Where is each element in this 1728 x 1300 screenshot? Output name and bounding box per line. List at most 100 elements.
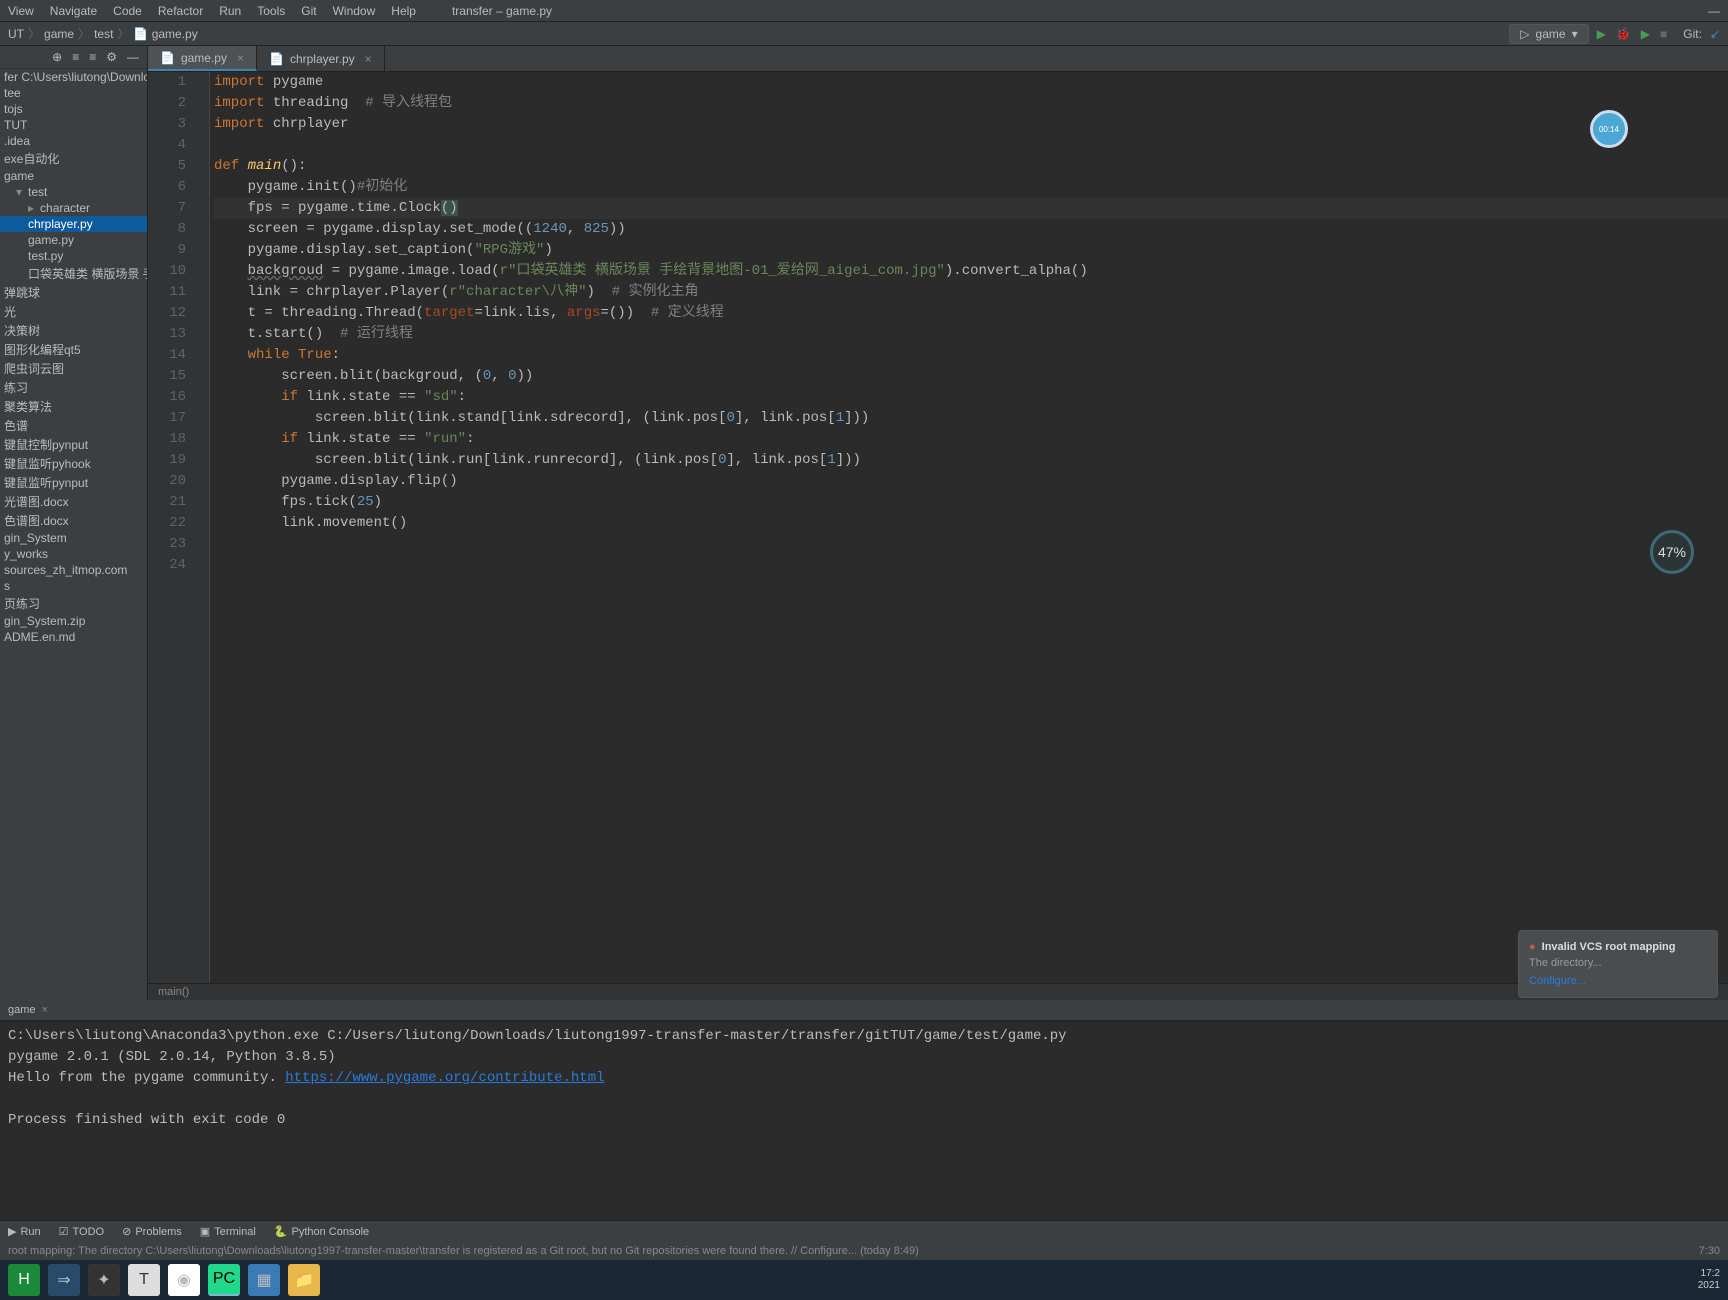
taskbar-typora-icon[interactable]: T xyxy=(128,1264,160,1296)
fold-indicator[interactable] xyxy=(196,387,209,408)
taskbar-clock[interactable]: 17:2 2021 xyxy=(1698,1268,1720,1292)
fold-indicator[interactable] xyxy=(196,177,209,198)
fold-indicator[interactable] xyxy=(196,492,209,513)
tool-tab-todo[interactable]: ☑TODO xyxy=(59,1225,104,1238)
fold-indicator[interactable] xyxy=(196,366,209,387)
locate-icon[interactable]: ⊕ xyxy=(52,50,62,64)
tree-item[interactable]: 色谱图.docx xyxy=(0,511,147,530)
tree-item[interactable]: chrplayer.py xyxy=(0,216,147,232)
code-line[interactable]: def main(): xyxy=(214,156,1728,177)
run-config-selector[interactable]: ▷ game ▾ xyxy=(1509,24,1588,44)
line-number[interactable]: 22 xyxy=(148,513,186,534)
line-number[interactable]: 4 xyxy=(148,135,186,156)
tool-tab-python-console[interactable]: 🐍Python Console xyxy=(274,1225,369,1238)
taskbar-chrome-icon[interactable]: ◉ xyxy=(168,1264,200,1296)
menu-view[interactable]: View xyxy=(8,4,34,18)
code-line[interactable]: link.movement() xyxy=(214,513,1728,534)
fold-indicator[interactable] xyxy=(196,282,209,303)
fold-indicator[interactable] xyxy=(196,198,209,219)
fold-indicator[interactable] xyxy=(196,345,209,366)
tree-item[interactable]: character xyxy=(0,200,147,216)
expand-icon[interactable]: ≡ xyxy=(72,50,79,64)
line-number[interactable]: 14 xyxy=(148,345,186,366)
code-line[interactable]: t = threading.Thread(target=link.lis, ar… xyxy=(214,303,1728,324)
fold-indicator[interactable] xyxy=(196,471,209,492)
fold-indicator[interactable] xyxy=(196,93,209,114)
line-number[interactable]: 24 xyxy=(148,555,186,576)
fold-indicator[interactable] xyxy=(196,240,209,261)
tree-item[interactable]: 页练习 xyxy=(0,594,147,613)
taskbar-app-icon[interactable]: ⇒ xyxy=(48,1264,80,1296)
line-number[interactable]: 7 xyxy=(148,198,186,219)
menu-help[interactable]: Help xyxy=(391,4,416,18)
tree-item[interactable]: 口袋英雄类 横版场景 手绘 xyxy=(0,264,147,283)
line-number[interactable]: 15 xyxy=(148,366,186,387)
taskbar-start-icon[interactable]: H xyxy=(8,1264,40,1296)
close-icon[interactable]: × xyxy=(237,51,244,65)
run-console[interactable]: C:\Users\liutong\Anaconda3\python.exe C:… xyxy=(0,1020,1728,1220)
breadcrumb-item[interactable]: game xyxy=(44,27,74,41)
tree-item[interactable]: .idea xyxy=(0,133,147,149)
code-line[interactable]: if link.state == "sd": xyxy=(214,387,1728,408)
git-update-icon[interactable]: ↙ xyxy=(1710,27,1720,41)
code-line[interactable]: screen.blit(link.run[link.runrecord], (l… xyxy=(214,450,1728,471)
code-line[interactable]: t.start() # 运行线程 xyxy=(214,324,1728,345)
fold-indicator[interactable] xyxy=(196,72,209,93)
tree-item[interactable]: 色谱 xyxy=(0,416,147,435)
tree-item[interactable]: 图形化编程qt5 xyxy=(0,340,147,359)
gear-icon[interactable]: ⚙ xyxy=(106,50,117,64)
tool-tab-terminal[interactable]: ▣Terminal xyxy=(200,1225,256,1238)
tree-item[interactable]: y_works xyxy=(0,546,147,562)
code-line[interactable]: import chrplayer xyxy=(214,114,1728,135)
tree-item[interactable]: 决策树 xyxy=(0,321,147,340)
line-number[interactable]: 5 xyxy=(148,156,186,177)
breadcrumb-item[interactable]: 📄 game.py xyxy=(133,27,197,41)
hide-icon[interactable]: — xyxy=(127,50,139,64)
code-line[interactable] xyxy=(214,135,1728,156)
code-line[interactable]: screen.blit(link.stand[link.sdrecord], (… xyxy=(214,408,1728,429)
stop-icon[interactable]: ■ xyxy=(1660,27,1667,41)
coverage-icon[interactable]: ▶ xyxy=(1641,27,1650,41)
tree-item[interactable]: s xyxy=(0,578,147,594)
taskbar-pycharm-icon[interactable]: PC xyxy=(208,1264,240,1296)
tree-item[interactable]: game.py xyxy=(0,232,147,248)
collapse-icon[interactable]: ≡ xyxy=(89,50,96,64)
menu-code[interactable]: Code xyxy=(113,4,142,18)
code-line[interactable] xyxy=(214,555,1728,576)
run-icon[interactable]: ▶ xyxy=(1597,27,1606,41)
code-line[interactable]: screen.blit(backgroud, (0, 0)) xyxy=(214,366,1728,387)
breadcrumb-item[interactable]: UT xyxy=(8,27,24,41)
code-line[interactable]: fps = pygame.time.Clock() xyxy=(214,198,1728,219)
code-editor[interactable]: 123456789101112131415161718192021222324 … xyxy=(148,72,1728,983)
tree-item[interactable]: sources_zh_itmop.com xyxy=(0,562,147,578)
code-line[interactable]: pygame.display.flip() xyxy=(214,471,1728,492)
code-line[interactable]: screen = pygame.display.set_mode((1240, … xyxy=(214,219,1728,240)
close-icon[interactable]: × xyxy=(42,1004,48,1016)
line-number[interactable]: 1 xyxy=(148,72,186,93)
line-number[interactable]: 12 xyxy=(148,303,186,324)
tree-item[interactable]: gin_System xyxy=(0,530,147,546)
line-number[interactable]: 19 xyxy=(148,450,186,471)
menu-git[interactable]: Git xyxy=(301,4,316,18)
taskbar-app-icon[interactable]: ▦ xyxy=(248,1264,280,1296)
tree-item[interactable]: 练习 xyxy=(0,378,147,397)
fold-indicator[interactable] xyxy=(196,450,209,471)
fold-indicator[interactable] xyxy=(196,135,209,156)
tree-root[interactable]: fer C:\Users\liutong\Downloads xyxy=(0,69,147,85)
line-number[interactable]: 20 xyxy=(148,471,186,492)
taskbar-explorer-icon[interactable]: 📁 xyxy=(288,1264,320,1296)
line-number[interactable]: 18 xyxy=(148,429,186,450)
fold-indicator[interactable] xyxy=(196,429,209,450)
line-number[interactable]: 2 xyxy=(148,93,186,114)
tree-item[interactable]: 键鼠监听pynput xyxy=(0,473,147,492)
code-line[interactable]: pygame.init()#初始化 xyxy=(214,177,1728,198)
tree-item[interactable]: ADME.en.md xyxy=(0,629,147,645)
line-number[interactable]: 16 xyxy=(148,387,186,408)
line-number[interactable]: 8 xyxy=(148,219,186,240)
line-number[interactable]: 11 xyxy=(148,282,186,303)
percent-overlay[interactable]: 47% xyxy=(1650,530,1694,574)
tree-item[interactable]: TUT xyxy=(0,117,147,133)
fold-indicator[interactable] xyxy=(196,114,209,135)
tree-item[interactable]: 光谱图.docx xyxy=(0,492,147,511)
line-number[interactable]: 10 xyxy=(148,261,186,282)
